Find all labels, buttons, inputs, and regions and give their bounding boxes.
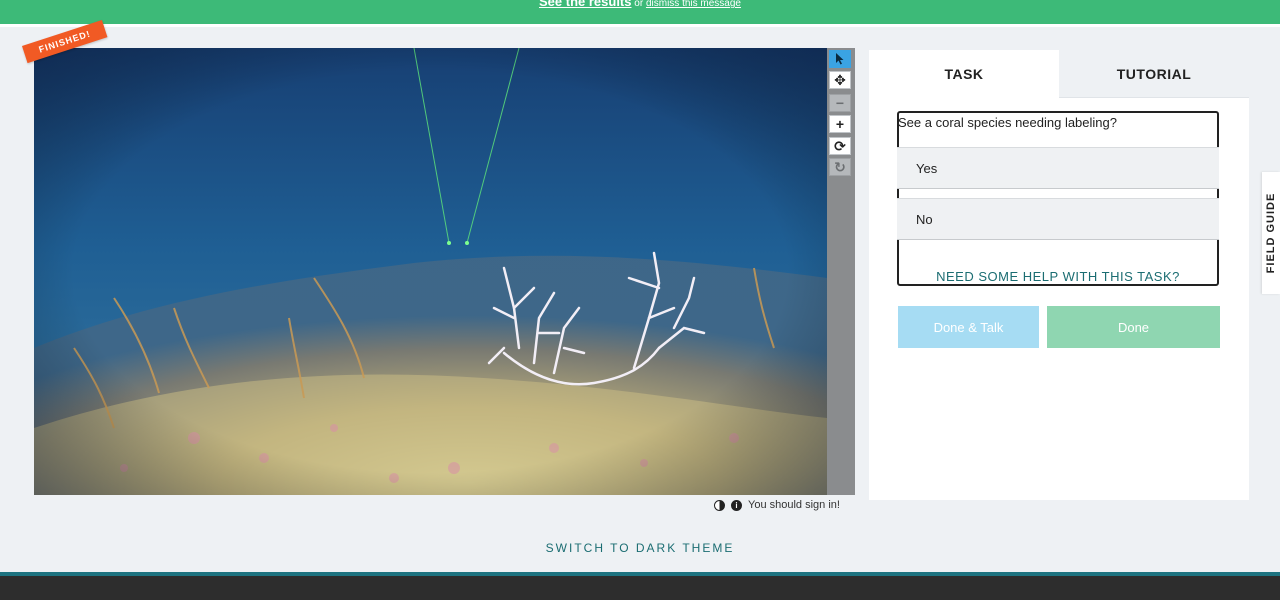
zoom-out-icon[interactable]: − — [829, 94, 851, 112]
tab-tutorial[interactable]: TUTORIAL — [1059, 50, 1249, 98]
zoom-in-icon[interactable]: + — [829, 115, 851, 133]
task-panel: TASK TUTORIAL See a coral species needin… — [869, 50, 1249, 500]
rotate-icon[interactable]: ⟳ — [829, 137, 851, 155]
image-footer: i You should sign in! — [714, 499, 840, 511]
answer-no[interactable]: No — [897, 198, 1219, 240]
task-help-link[interactable]: NEED SOME HELP WITH THIS TASK? — [899, 269, 1217, 284]
see-results-link[interactable]: See the results — [539, 0, 632, 9]
panel-tabs: TASK TUTORIAL — [869, 50, 1249, 98]
image-toolbar: ✥ − + ⟳ ↻ — [827, 48, 855, 495]
reset-icon[interactable]: ↻ — [829, 158, 851, 176]
field-guide-tab[interactable]: FIELD GUIDE — [1262, 172, 1280, 294]
subject-image[interactable] — [34, 48, 827, 495]
dismiss-message-link[interactable]: dismiss this message — [646, 0, 741, 9]
field-guide-label: FIELD GUIDE — [1265, 192, 1277, 274]
task-box: See a coral species needing labeling? Ye… — [897, 111, 1219, 286]
sign-in-notice: You should sign in! — [748, 499, 840, 511]
answer-yes[interactable]: Yes — [897, 147, 1219, 189]
contrast-icon[interactable] — [714, 499, 725, 511]
info-icon[interactable]: i — [731, 499, 742, 511]
results-banner: See the results or dismiss this message — [0, 0, 1280, 27]
seafloor-image — [34, 48, 827, 495]
done-button[interactable]: Done — [1047, 306, 1220, 348]
done-and-talk-button[interactable]: Done & Talk — [898, 306, 1039, 348]
task-question: See a coral species needing labeling? — [898, 115, 1117, 130]
tab-task[interactable]: TASK — [869, 50, 1059, 98]
banner-or-text: or — [631, 0, 646, 9]
site-footer — [0, 572, 1280, 600]
pointer-icon[interactable] — [829, 50, 851, 68]
dark-theme-toggle[interactable]: SWITCH TO DARK THEME — [0, 541, 1280, 555]
move-icon[interactable]: ✥ — [829, 71, 851, 89]
